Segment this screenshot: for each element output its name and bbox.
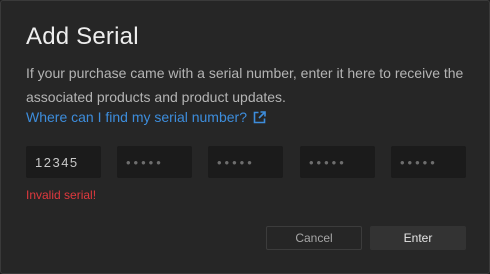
serial-input-row xyxy=(26,146,466,178)
find-serial-link[interactable]: Where can I find my serial number? xyxy=(26,109,266,125)
dialog-description: If your purchase came with a serial numb… xyxy=(26,65,464,105)
serial-field-2[interactable] xyxy=(117,146,192,178)
add-serial-dialog: Add Serial If your purchase came with a … xyxy=(0,0,490,274)
enter-button[interactable]: Enter xyxy=(370,226,466,250)
serial-field-4[interactable] xyxy=(300,146,375,178)
cancel-button[interactable]: Cancel xyxy=(266,226,362,250)
serial-field-1[interactable] xyxy=(26,146,101,178)
invalid-serial-error: Invalid serial! xyxy=(26,188,97,202)
serial-field-3[interactable] xyxy=(208,146,283,178)
dialog-title: Add Serial xyxy=(26,23,139,50)
find-serial-link-label: Where can I find my serial number? xyxy=(26,109,247,125)
external-link-icon xyxy=(253,110,266,124)
serial-field-5[interactable] xyxy=(391,146,466,178)
